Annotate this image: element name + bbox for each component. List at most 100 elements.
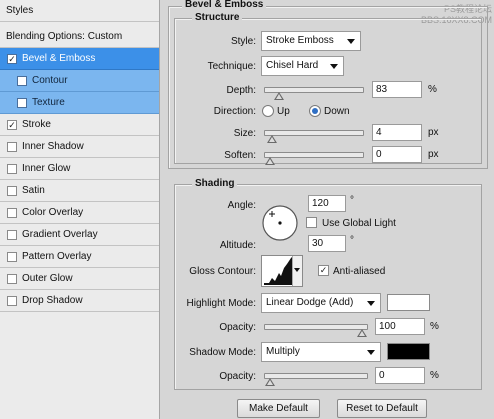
gloss-contour-label: Gloss Contour: <box>189 266 256 277</box>
make-default-button[interactable]: Make Default <box>237 399 320 418</box>
direction-up-label: Up <box>277 106 290 117</box>
altitude-label: Altitude: <box>219 240 256 251</box>
style-item-inner-shadow[interactable]: Inner Shadow <box>0 136 159 158</box>
highlight-opacity-input[interactable]: 100 <box>375 318 425 335</box>
direction-label: Direction: <box>213 106 256 117</box>
styles-header[interactable]: Styles <box>0 0 159 22</box>
style-item-contour[interactable]: Contour <box>0 70 159 92</box>
reset-to-default-button[interactable]: Reset to Default <box>337 399 427 418</box>
style-item-label: Contour <box>32 75 68 86</box>
contour-dropdown-button[interactable] <box>292 256 302 286</box>
gradient-overlay-checkbox[interactable] <box>7 229 17 240</box>
shadow-opacity-unit: % <box>430 370 439 381</box>
highlight-opacity-label: Opacity: <box>219 322 256 333</box>
color-overlay-checkbox[interactable] <box>7 207 17 218</box>
highlight-mode-label: Highlight Mode: <box>186 298 256 309</box>
style-item-label: Gradient Overlay <box>22 229 98 240</box>
style-item-label: Pattern Overlay <box>22 251 92 262</box>
size-unit: px <box>428 127 439 138</box>
style-item-gradient-overlay[interactable]: Gradient Overlay <box>0 224 159 246</box>
style-item-label: Bevel & Emboss <box>22 53 96 64</box>
size-slider-thumb[interactable] <box>266 135 277 143</box>
technique-label: Technique: <box>207 61 256 72</box>
style-item-label: Inner Glow <box>22 163 71 174</box>
direction-down-label: Down <box>324 106 350 117</box>
size-slider[interactable] <box>264 130 364 143</box>
size-label: Size: <box>233 128 256 139</box>
inner-glow-checkbox[interactable] <box>7 163 17 174</box>
style-item-color-overlay[interactable]: Color Overlay <box>0 202 159 224</box>
structure-title: Structure <box>192 12 243 23</box>
angle-input[interactable]: 120 <box>308 195 346 212</box>
direction-down-radio[interactable] <box>309 105 321 117</box>
shadow-opacity-input[interactable]: 0 <box>375 367 425 384</box>
soften-input[interactable]: 0 <box>372 146 422 163</box>
highlight-color-swatch[interactable] <box>387 294 430 311</box>
chevron-down-icon <box>347 39 355 44</box>
depth-slider-thumb[interactable] <box>273 92 284 100</box>
style-item-bevel-emboss[interactable]: ✓ Bevel & Emboss <box>0 48 159 70</box>
bevel-emboss-title: Bevel & Emboss <box>182 0 267 10</box>
direction-up-radio[interactable] <box>262 105 274 117</box>
shadow-mode-dropdown[interactable]: Multiply <box>261 342 381 362</box>
highlight-opacity-slider[interactable] <box>264 324 368 337</box>
highlight-mode-dropdown[interactable]: Linear Dodge (Add) <box>261 293 381 313</box>
shadow-color-swatch[interactable] <box>387 343 430 360</box>
settings-panel: PS教程论坛 BBS.16XX8.COM Bevel & Emboss Stru… <box>166 0 494 419</box>
inner-shadow-checkbox[interactable] <box>7 141 17 152</box>
bevel-emboss-checkbox[interactable]: ✓ <box>7 53 17 64</box>
chevron-down-icon <box>330 64 338 69</box>
contour-checkbox[interactable] <box>17 75 27 86</box>
anti-aliased-checkbox[interactable]: ✓ <box>318 265 329 276</box>
style-item-inner-glow[interactable]: Inner Glow <box>0 158 159 180</box>
soften-slider[interactable] <box>264 152 364 165</box>
style-item-drop-shadow[interactable]: Drop Shadow <box>0 290 159 312</box>
altitude-input[interactable]: 30 <box>308 235 346 252</box>
angle-dial-center <box>278 221 282 225</box>
style-item-label: Texture <box>32 97 65 108</box>
style-item-pattern-overlay[interactable]: Pattern Overlay <box>0 246 159 268</box>
blending-options-label: Blending Options: Custom <box>6 31 123 42</box>
gloss-contour-picker[interactable] <box>261 255 303 287</box>
drop-shadow-checkbox[interactable] <box>7 295 17 306</box>
angle-unit: ° <box>350 195 354 206</box>
soften-unit: px <box>428 149 439 160</box>
soften-label: Soften: <box>224 150 256 161</box>
depth-unit: % <box>428 84 437 95</box>
technique-dropdown[interactable]: Chisel Hard <box>261 56 344 76</box>
shadow-opacity-slider[interactable] <box>264 373 368 386</box>
satin-checkbox[interactable] <box>7 185 17 196</box>
style-item-satin[interactable]: Satin <box>0 180 159 202</box>
style-item-outer-glow[interactable]: Outer Glow <box>0 268 159 290</box>
size-input[interactable]: 4 <box>372 124 422 141</box>
anti-aliased-label: Anti-aliased <box>333 266 386 277</box>
depth-slider[interactable] <box>264 87 364 100</box>
highlight-mode-value: Linear Dodge (Add) <box>266 297 354 308</box>
style-item-texture[interactable]: Texture <box>0 92 159 114</box>
styles-list-panel: Styles Blending Options: Custom ✓ Bevel … <box>0 0 160 419</box>
shadow-opacity-label: Opacity: <box>219 371 256 382</box>
use-global-light-checkbox[interactable] <box>306 217 317 228</box>
style-item-label: Stroke <box>22 119 51 130</box>
chevron-down-icon <box>367 301 375 306</box>
style-item-label: Color Overlay <box>22 207 84 218</box>
style-item-label: Drop Shadow <box>22 295 83 306</box>
soften-slider-thumb[interactable] <box>265 157 275 165</box>
shadow-mode-value: Multiply <box>266 346 300 357</box>
outer-glow-checkbox[interactable] <box>7 273 17 284</box>
depth-label: Depth: <box>226 85 256 96</box>
texture-checkbox[interactable] <box>17 97 27 108</box>
pattern-overlay-checkbox[interactable] <box>7 251 17 262</box>
stroke-checkbox[interactable]: ✓ <box>7 119 17 130</box>
style-item-stroke[interactable]: ✓ Stroke <box>0 114 159 136</box>
depth-input[interactable]: 83 <box>372 81 422 98</box>
style-dropdown[interactable]: Stroke Emboss <box>261 31 361 51</box>
highlight-opacity-slider-thumb[interactable] <box>357 329 367 337</box>
styles-header-label: Styles <box>6 5 34 16</box>
chevron-down-icon <box>294 268 300 272</box>
use-global-light-label: Use Global Light <box>322 218 396 229</box>
technique-dropdown-value: Chisel Hard <box>266 60 319 71</box>
angle-dial[interactable] <box>261 204 299 242</box>
blending-options-item[interactable]: Blending Options: Custom <box>0 26 159 48</box>
shadow-opacity-slider-thumb[interactable] <box>265 378 275 386</box>
